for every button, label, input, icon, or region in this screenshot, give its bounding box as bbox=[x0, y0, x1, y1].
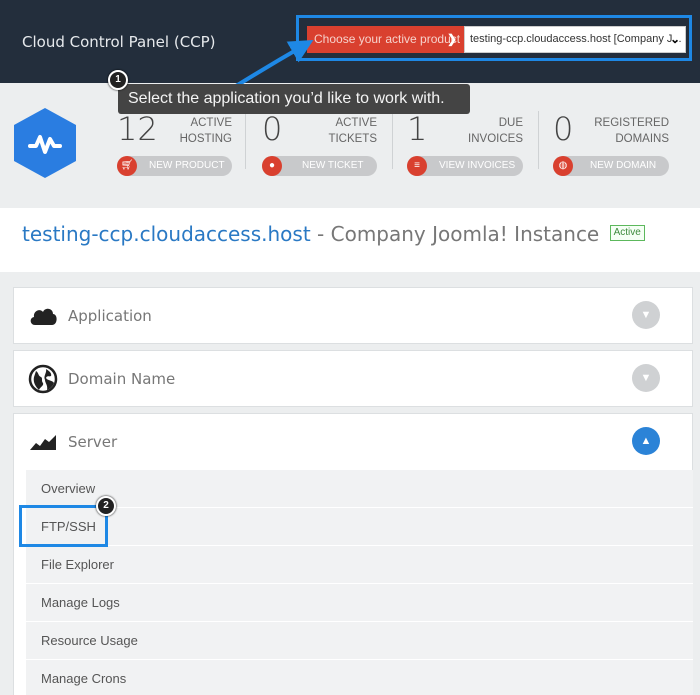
product-select-value: testing-ccp.cloudaccess.host [Company J.… bbox=[470, 33, 682, 45]
stat-registered-domains: 0 REGISTERED DOMAINS ◍ NEW DOMAIN bbox=[553, 110, 669, 183]
product-selector-label: Choose your active product ❯ bbox=[307, 26, 464, 53]
cart-icon: 🛒︎ bbox=[117, 156, 137, 176]
server-subnav: Overview FTP/SSH File Explorer Manage Lo… bbox=[26, 470, 693, 695]
instance-name: Company Joomla! Instance bbox=[330, 222, 600, 246]
new-product-button[interactable]: 🛒︎ NEW PRODUCT bbox=[117, 156, 232, 176]
panel-title: Application bbox=[68, 307, 152, 325]
product-select[interactable]: testing-ccp.cloudaccess.host [Company J.… bbox=[464, 26, 686, 53]
title-separator: - bbox=[310, 222, 331, 246]
instance-title: testing-ccp.cloudaccess.host - Company J… bbox=[22, 222, 645, 246]
cloudaccess-logo-icon bbox=[14, 108, 76, 178]
stat-label: DUE INVOICES bbox=[468, 117, 523, 145]
chevron-down-icon[interactable]: ▼ bbox=[632, 364, 660, 392]
new-domain-label: NEW DOMAIN bbox=[590, 160, 657, 171]
subnav-item-manage-logs[interactable]: Manage Logs bbox=[26, 584, 693, 622]
view-invoices-label: VIEW INVOICES bbox=[439, 160, 516, 171]
stat-label: ACTIVE HOSTING bbox=[179, 117, 232, 145]
new-ticket-label: NEW TICKET bbox=[302, 160, 364, 171]
top-bar: Cloud Control Panel (CCP) Choose your ac… bbox=[0, 0, 700, 83]
stat-number: 0 bbox=[553, 110, 574, 148]
subnav-item-resource-usage[interactable]: Resource Usage bbox=[26, 622, 693, 660]
globe-icon: ◍ bbox=[553, 156, 573, 176]
panel-title: Server bbox=[68, 433, 118, 451]
panel-domain-name[interactable]: Domain Name ▼ bbox=[13, 350, 693, 407]
status-badge: Active bbox=[609, 225, 645, 241]
subnav-item-overview[interactable]: Overview bbox=[26, 470, 693, 508]
instance-header: testing-ccp.cloudaccess.host - Company J… bbox=[0, 208, 700, 272]
ftp-ssh-highlight bbox=[19, 505, 108, 547]
stat-divider bbox=[245, 111, 246, 169]
chevron-down-icon[interactable]: ⌄ bbox=[670, 27, 680, 52]
subnav-item-ftp-ssh[interactable]: FTP/SSH bbox=[26, 508, 693, 546]
product-selector-highlight: Choose your active product ❯ testing-ccp… bbox=[296, 15, 692, 61]
chevron-right-icon: ❯ bbox=[446, 32, 457, 46]
step-2-badge: 2 bbox=[96, 496, 116, 516]
invoice-icon: ≡ bbox=[407, 156, 427, 176]
stat-due-invoices: 1 DUE INVOICES ≡ VIEW INVOICES bbox=[407, 110, 523, 183]
server-chart-icon bbox=[30, 435, 56, 450]
callout-step-1: Select the application you’d like to wor… bbox=[118, 84, 470, 114]
chevron-down-icon[interactable]: ▼ bbox=[632, 301, 660, 329]
chevron-up-icon[interactable]: ▲ bbox=[632, 427, 660, 455]
cloud-icon bbox=[30, 308, 57, 325]
globe-icon bbox=[28, 364, 58, 394]
product-label-text: Choose your active product bbox=[314, 32, 461, 46]
stat-divider bbox=[392, 111, 393, 169]
panel-header[interactable]: Domain Name ▼ bbox=[14, 351, 692, 407]
panel-header[interactable]: Application ▼ bbox=[14, 288, 692, 344]
view-invoices-button[interactable]: ≡ VIEW INVOICES bbox=[407, 156, 523, 176]
new-product-label: NEW PRODUCT bbox=[149, 160, 225, 171]
panel-title: Domain Name bbox=[68, 370, 176, 388]
stat-number: 1 bbox=[407, 110, 428, 148]
comment-icon: ● bbox=[262, 156, 282, 176]
app-title: Cloud Control Panel (CCP) bbox=[22, 33, 216, 51]
subnav-item-file-explorer[interactable]: File Explorer bbox=[26, 546, 693, 584]
stat-label: ACTIVE TICKETS bbox=[328, 117, 377, 145]
stat-number: 12 bbox=[117, 110, 158, 148]
step-1-badge: 1 bbox=[108, 70, 128, 90]
instance-host[interactable]: testing-ccp.cloudaccess.host bbox=[22, 222, 311, 246]
stat-active-hosting: 12 ACTIVE HOSTING 🛒︎ NEW PRODUCT bbox=[117, 110, 232, 183]
new-ticket-button[interactable]: ● NEW TICKET bbox=[262, 156, 377, 176]
subnav-item-manage-crons[interactable]: Manage Crons bbox=[26, 660, 693, 695]
stat-divider bbox=[538, 111, 539, 169]
stat-number: 0 bbox=[262, 110, 283, 148]
panel-header[interactable]: Server ▲ bbox=[14, 414, 692, 470]
new-domain-button[interactable]: ◍ NEW DOMAIN bbox=[553, 156, 669, 176]
stat-active-tickets: 0 ACTIVE TICKETS ● NEW TICKET bbox=[262, 110, 377, 183]
stat-label: REGISTERED DOMAINS bbox=[594, 117, 669, 145]
panel-server[interactable]: Server ▲ Overview FTP/SSH File Explorer … bbox=[13, 413, 693, 695]
panel-application[interactable]: Application ▼ bbox=[13, 287, 693, 344]
